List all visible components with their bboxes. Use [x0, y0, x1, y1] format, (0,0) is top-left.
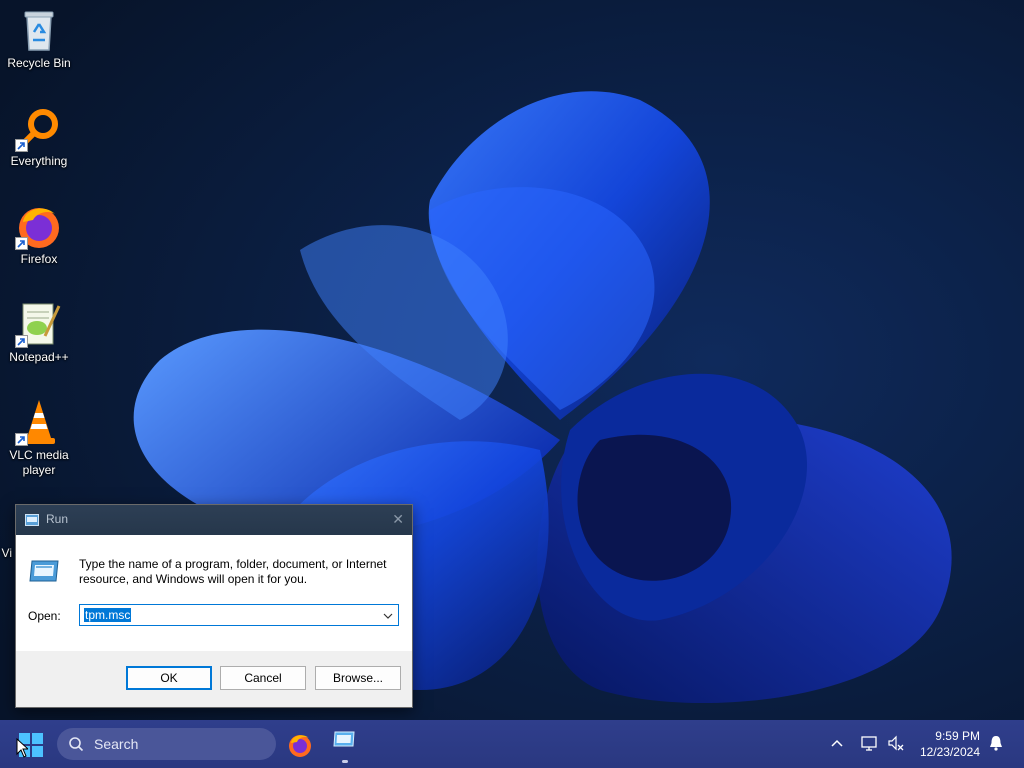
- run-dialog: Run ✕ Type the name of a program, folder…: [15, 504, 413, 708]
- open-combobox[interactable]: tpm.msc: [79, 604, 399, 626]
- search-label: Search: [94, 736, 139, 752]
- desktop-icon-firefox[interactable]: Firefox: [2, 202, 76, 267]
- desktop-icon-partial[interactable]: Vi: [0, 546, 12, 561]
- mouse-cursor-icon: [16, 737, 30, 763]
- desktop-icon-label: Vi: [1, 546, 12, 560]
- network-icon[interactable]: [861, 735, 879, 756]
- recycle-bin-icon: [15, 6, 63, 54]
- running-indicator: [342, 760, 348, 763]
- desktop-icon-label: Notepad++: [9, 350, 69, 364]
- open-input[interactable]: tpm.msc: [84, 608, 132, 622]
- desktop-icon-label: Firefox: [20, 252, 58, 266]
- taskbar-firefox-icon[interactable]: [287, 732, 313, 758]
- notepad-plus-plus-icon: [15, 300, 63, 348]
- desktop-icon-recycle-bin[interactable]: Recycle Bin: [2, 6, 76, 71]
- vlc-cone-icon: [15, 398, 63, 446]
- everything-search-icon: [15, 104, 63, 152]
- shortcut-arrow-icon: [15, 237, 28, 250]
- chevron-up-icon[interactable]: [830, 736, 844, 754]
- run-body: Type the name of a program, folder, docu…: [16, 535, 412, 651]
- browse-button[interactable]: Browse...: [315, 666, 401, 690]
- desktop-icon-label: Recycle Bin: [7, 56, 71, 70]
- cancel-button[interactable]: Cancel: [220, 666, 306, 690]
- run-titlebar[interactable]: Run ✕: [16, 505, 412, 535]
- close-icon[interactable]: ✕: [392, 511, 404, 528]
- desktop-icon-notepad-plus-plus[interactable]: Notepad++: [2, 300, 76, 365]
- desktop-icon-everything[interactable]: Everything: [2, 104, 76, 169]
- open-label: Open:: [28, 609, 61, 623]
- shortcut-arrow-icon: [15, 139, 28, 152]
- volume-muted-icon[interactable]: [887, 735, 905, 756]
- clock-date[interactable]: 12/23/2024: [912, 745, 980, 759]
- desktop-icon-label: VLC media player: [9, 448, 69, 477]
- desktop-icon-label: Everything: [10, 154, 68, 168]
- search-icon: [68, 736, 84, 757]
- run-title: Run: [46, 512, 69, 526]
- run-description: Type the name of a program, folder, docu…: [79, 557, 387, 586]
- taskbar: Search 9:59 PM 12/23/2024: [0, 720, 1024, 768]
- ok-button[interactable]: OK: [126, 666, 212, 690]
- taskbar-search-box[interactable]: Search: [57, 728, 276, 760]
- shortcut-arrow-icon: [15, 433, 28, 446]
- clock-time[interactable]: 9:59 PM: [920, 729, 980, 743]
- taskbar-run-icon[interactable]: [332, 730, 358, 756]
- desktop-icon-vlc[interactable]: VLC media player: [2, 398, 76, 478]
- run-program-icon: [28, 559, 60, 588]
- chevron-down-icon[interactable]: [382, 609, 394, 627]
- firefox-icon: [15, 202, 63, 250]
- notification-bell-icon[interactable]: [988, 735, 1004, 756]
- shortcut-arrow-icon: [15, 335, 28, 348]
- run-app-icon: [25, 513, 39, 531]
